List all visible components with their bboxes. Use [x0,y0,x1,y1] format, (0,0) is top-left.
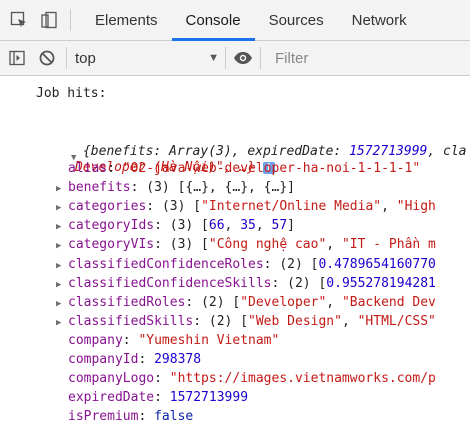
property-row-company-logo: companyLogo: "https://images.vietnamwork… [68,369,436,388]
property-key: expiredDate [68,390,155,406]
property-separator: : [271,275,288,291]
tab-console[interactable]: Console [171,0,255,41]
property-value: 1572713999 [169,390,249,406]
property-row-classified-confidence-skills[interactable]: ▶ classifiedConfidenceSkills: (2) [0.9552… [56,274,436,295]
device-toggle-icon[interactable] [38,9,60,31]
property-value: false [154,409,194,425]
property-value: (3) ["Internet/Online Media", "High [161,199,436,215]
sidebar-toggle-icon[interactable] [6,47,28,69]
toolbar-separator [225,47,226,69]
property-key: categories [68,199,147,215]
property-key: classifiedSkills [68,313,194,329]
property-value: "https://images.vietnamworks.com/p [169,371,436,387]
property-row-category-v-is[interactable]: ▶ categoryVIs: (3) ["Công nghệ cao", "IT … [56,235,436,256]
property-separator: : [107,161,123,176]
property-row-classified-confidence-roles[interactable]: ▶ classifiedConfidenceRoles: (2) [0.47896… [56,255,436,276]
property-value: (2) [0.4789654160770 [279,256,436,272]
tab-network[interactable]: Network [338,0,421,40]
property-key: alias [68,161,108,176]
devtools-tab-bar: Elements Console Sources Network [0,0,470,41]
property-row-categories[interactable]: ▶ categories: (3) ["Internet/Online Media… [56,197,436,218]
devtools-window: Elements Console Sources Network top ▼ F… [0,0,470,445]
property-value: "02-java-web-developer-ha-noi-1-1-1-1" [122,161,421,176]
property-row-alias: alias: "02-java-web-developer-ha-noi-1-1… [68,159,420,178]
property-separator: : [263,256,280,272]
property-separator: : [154,390,170,406]
console-toolbar: top ▼ Filter [0,41,470,76]
property-separator: : [193,313,209,329]
property-key: companyId [68,352,139,367]
log-message: Job hits: [36,86,107,101]
tab-sources[interactable]: Sources [255,0,338,40]
inspect-element-icon[interactable] [8,9,30,31]
property-key: classifiedRoles [68,294,186,310]
property-value: (3) ["Công nghệ cao", "IT - Phần m [169,237,436,253]
property-value: (2) ["Web Design", "HTML/CSS" [208,313,436,329]
expand-arrow-icon[interactable]: ▶ [56,314,68,333]
property-key: classifiedConfidenceRoles [68,256,264,272]
property-key: categoryVIs [68,237,155,253]
tab-elements[interactable]: Elements [81,0,172,40]
property-key: benefits [68,180,131,196]
property-key: isPremium [68,409,139,425]
property-key: companyLogo [68,371,155,387]
object-preview-tail: , cla [427,144,467,159]
property-value: 298378 [154,352,202,367]
property-separator: : [146,199,162,215]
property-row-benefits[interactable]: ▶ benefits: (3) [{…}, {…}, {…}] [56,178,295,199]
toolbar-separator [66,47,67,69]
property-value: (3) [66, 35, 57] [169,218,295,234]
context-value: top [75,49,96,67]
chevron-down-icon: ▼ [208,52,219,64]
property-row-is-premium: isPremium: false [68,407,193,426]
property-value: (2) [0.955278194281 [287,275,436,291]
property-key: company [68,332,123,348]
object-preview-number: 1572713999 [349,144,428,159]
property-row-classified-roles[interactable]: ▶ classifiedRoles: (2) ["Developer", "Bac… [56,293,436,314]
property-separator: : [154,218,170,234]
eye-icon[interactable] [232,47,254,69]
property-key: classifiedConfidenceSkills [68,275,272,291]
clear-console-icon[interactable] [36,47,58,69]
property-row-expired-date: expiredDate: 1572713999 [68,388,248,407]
toolbar-separator [260,47,261,69]
property-row-company: company: "Yumeshin Vietnam" [68,331,279,350]
property-value: (2) ["Developer", "Backend Dev [201,294,436,310]
property-separator: : [130,180,147,196]
property-value: (3) [{…}, {…}, {…}] [146,180,295,196]
property-key: categoryIds [68,218,155,234]
property-separator: : [154,237,170,253]
property-separator: : [154,371,170,387]
property-separator: : [138,409,155,425]
property-row-classified-skills[interactable]: ▶ classifiedSkills: (2) ["Web Design", "H… [56,312,436,333]
property-value: "Yumeshin Vietnam" [138,332,280,348]
property-separator: : [122,332,139,348]
property-separator: : [185,294,202,310]
tab-bar-separator [70,9,71,31]
property-row-category-ids[interactable]: ▶ categoryIds: (3) [66, 35, 57] [56,216,295,237]
filter-input[interactable]: Filter [275,50,308,67]
property-separator: : [138,352,155,367]
property-row-company-id: companyId: 298378 [68,350,201,369]
context-selector[interactable]: top ▼ [75,50,223,67]
